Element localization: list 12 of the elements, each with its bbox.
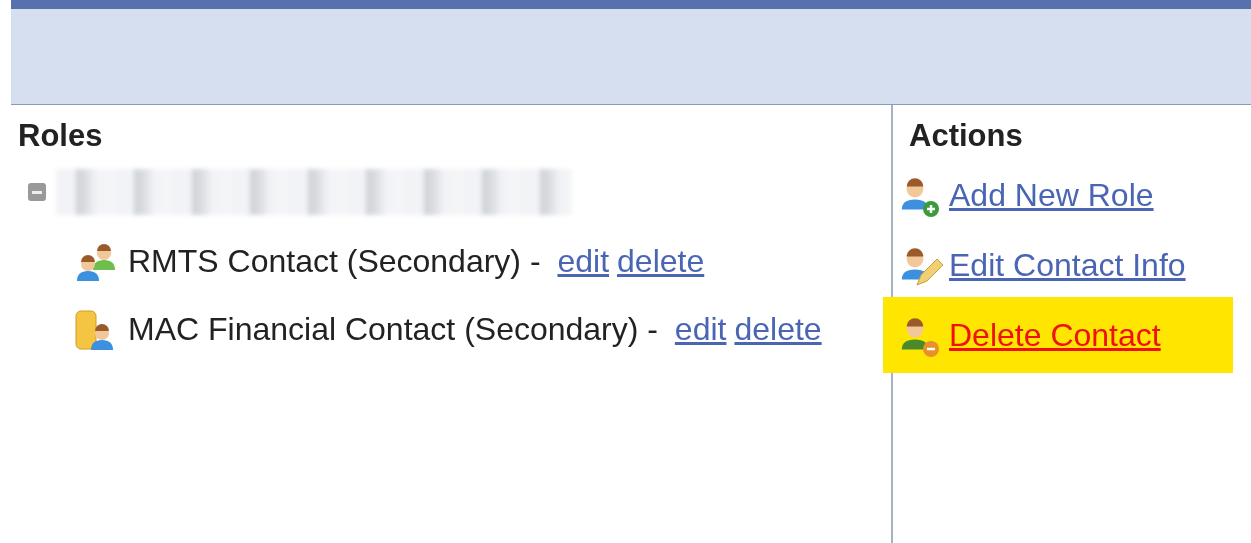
action-link[interactable]: Delete Contact (949, 311, 1161, 360)
role-label: RMTS Contact (Secondary) - (128, 242, 542, 282)
role-label: MAC Financial Contact (Secondary) - (128, 310, 659, 350)
collapse-toggle[interactable] (28, 183, 46, 202)
panel-heading: Roles (18, 119, 104, 154)
role-link[interactable]: edit (557, 237, 610, 286)
action-link[interactable]: Edit Contact Info (949, 241, 1186, 290)
role-link[interactable]: edit (674, 305, 727, 354)
role-link[interactable]: delete (734, 305, 822, 354)
panel-heading: Actions (909, 119, 1024, 154)
role-link[interactable]: delete (617, 237, 705, 286)
action-link[interactable]: Add New Role (949, 171, 1154, 220)
